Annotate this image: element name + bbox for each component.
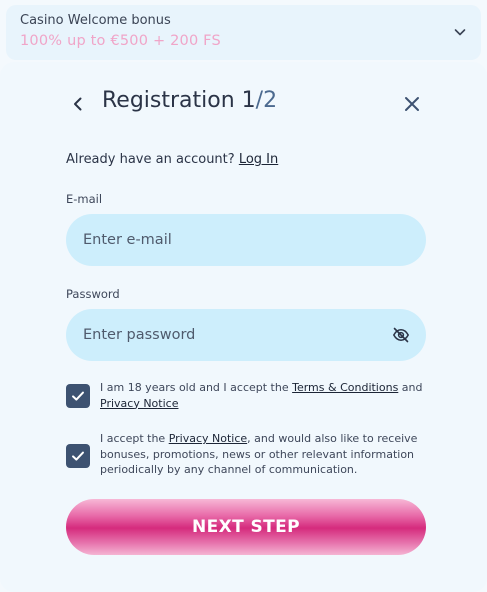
account-prompt: Already have an account? Log In xyxy=(66,152,278,167)
privacy-notice-link[interactable]: Privacy Notice xyxy=(100,397,178,410)
consent-1-pre: I am 18 years old and I accept the xyxy=(100,381,293,394)
login-link[interactable]: Log In xyxy=(239,152,278,167)
marketing-text: I accept the Privacy Notice, and would a… xyxy=(100,431,430,478)
close-icon xyxy=(405,97,419,111)
close-button[interactable] xyxy=(400,92,424,116)
privacy-notice-link-2[interactable]: Privacy Notice xyxy=(169,432,247,445)
consent-2-pre: I accept the xyxy=(100,432,169,445)
title-separator: / xyxy=(255,88,264,113)
eye-off-icon[interactable] xyxy=(392,326,410,344)
chevron-down-icon[interactable] xyxy=(451,23,469,41)
email-input[interactable] xyxy=(66,214,426,266)
age-terms-text: I am 18 years old and I accept the Terms… xyxy=(100,380,430,411)
account-prompt-text: Already have an account? xyxy=(66,152,235,167)
checkmark-icon xyxy=(72,451,84,461)
age-terms-checkbox[interactable] xyxy=(66,384,90,408)
consent-1-mid: and xyxy=(398,381,423,394)
terms-conditions-link[interactable]: Terms & Conditions xyxy=(292,381,398,394)
password-input[interactable] xyxy=(66,309,426,361)
marketing-checkbox[interactable] xyxy=(66,444,90,468)
next-step-button[interactable]: NEXT STEP xyxy=(66,499,426,555)
title-main: Registration 1 xyxy=(102,88,256,113)
bonus-banner[interactable]: Casino Welcome bonus 100% up to €500 + 2… xyxy=(6,5,481,60)
back-button[interactable] xyxy=(66,92,90,116)
checkmark-icon xyxy=(72,391,84,401)
email-label: E-mail xyxy=(66,192,103,206)
bonus-offer: 100% up to €500 + 200 FS xyxy=(20,33,221,49)
title-step-total: 2 xyxy=(263,88,278,113)
bonus-title: Casino Welcome bonus xyxy=(20,13,171,28)
page-title: Registration 1/2 xyxy=(102,88,277,113)
password-label: Password xyxy=(66,287,120,301)
chevron-left-icon xyxy=(74,97,82,111)
